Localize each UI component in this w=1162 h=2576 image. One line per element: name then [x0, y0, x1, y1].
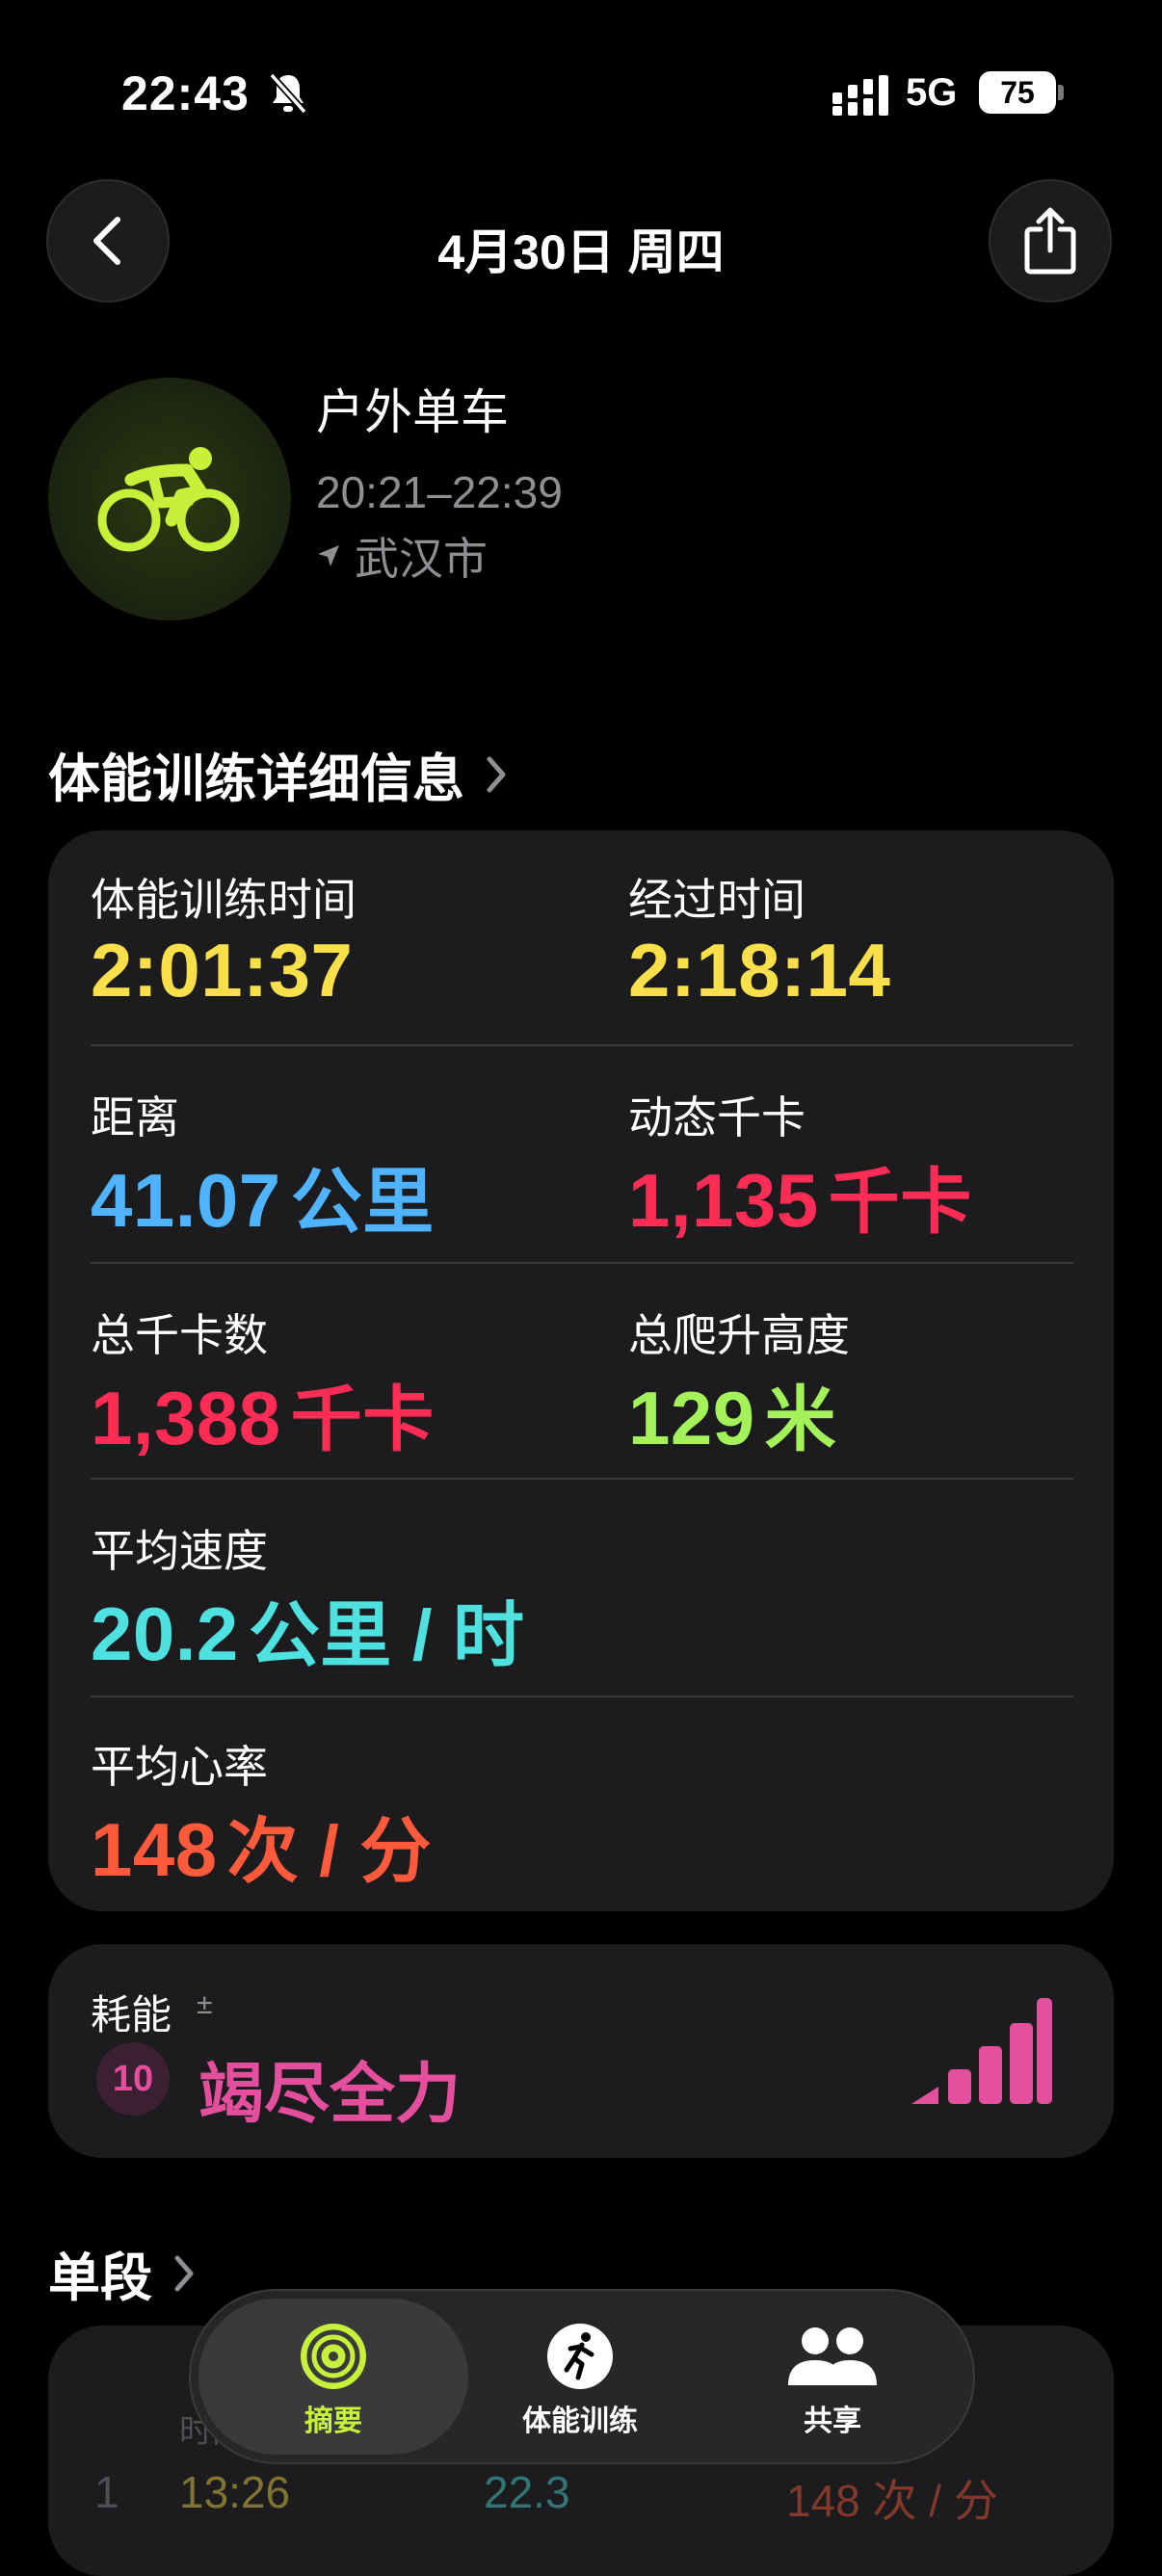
effort-bars-icon	[911, 1998, 1052, 2104]
divider	[91, 1478, 1073, 1480]
status-time: 22:43	[121, 66, 250, 120]
battery-indicator: 75	[979, 71, 1056, 114]
tab-summary-label: 摘要	[304, 2405, 362, 2437]
tab-workouts-label: 体能训练	[522, 2405, 638, 2437]
outdoor-cycling-icon	[48, 378, 291, 620]
location-text: 武汉市	[355, 534, 488, 584]
metric-value-total-calories: 1,388 千卡	[91, 1376, 435, 1460]
metric-label-elevation-gain: 总爬升高度	[628, 1310, 850, 1360]
segment-heart-rate: 148 次 / 分	[786, 2476, 998, 2526]
divider	[91, 1695, 1073, 1697]
effort-score-badge: 10	[96, 2042, 170, 2116]
chevron-right-icon	[174, 2255, 194, 2291]
running-figure-icon	[547, 2324, 613, 2389]
summary-rings-icon	[301, 2324, 366, 2389]
metric-label-active-calories: 动态千卡	[628, 1092, 805, 1143]
effort-level-text: 竭尽全力	[198, 2058, 462, 2131]
effort-label: 耗能	[91, 1992, 172, 2037]
share-icon	[1024, 207, 1076, 275]
metric-value-elapsed-time: 2:18:14	[628, 928, 891, 1012]
metric-label-avg-speed: 平均速度	[91, 1526, 268, 1576]
workout-location: 武汉市	[316, 524, 488, 588]
metric-value-active-calories: 1,135 千卡	[628, 1158, 972, 1243]
page-title: 4月30日 周四	[437, 225, 725, 279]
metric-value-elevation-gain: 129 米	[628, 1376, 837, 1460]
segment-index: 1	[94, 2467, 119, 2517]
workout-time-range: 20:21–22:39	[316, 467, 563, 517]
network-type: 5G	[906, 71, 958, 114]
metric-value-distance: 41.07 公里	[91, 1158, 435, 1243]
share-button[interactable]	[989, 179, 1112, 302]
segment-time: 13:26	[179, 2467, 291, 2517]
metric-label-elapsed-time: 经过时间	[628, 875, 805, 925]
divider	[91, 1044, 1073, 1046]
workout-type: 户外单车	[316, 385, 509, 439]
tab-workouts[interactable]: 体能训练	[464, 2322, 696, 2439]
effort-plusminus: ±	[197, 1988, 213, 2020]
tab-sharing-label: 共享	[804, 2405, 861, 2437]
metric-label-workout-time: 体能训练时间	[91, 875, 357, 925]
tab-sharing[interactable]: 共享	[717, 2322, 948, 2439]
metric-label-total-calories: 总千卡数	[91, 1310, 268, 1360]
segment-speed: 22.3	[484, 2467, 570, 2517]
metric-value-workout-time: 2:01:37	[91, 928, 354, 1012]
battery-tip	[1058, 85, 1064, 100]
segments-section-header[interactable]: 单段	[48, 2235, 195, 2311]
cellular-signal-icon	[832, 75, 888, 116]
metric-value-avg-speed: 20.2 公里 / 时	[91, 1591, 525, 1676]
location-arrow-icon	[318, 545, 339, 566]
tab-summary[interactable]: 摘要	[218, 2322, 449, 2439]
metric-value-avg-heart-rate: 148 次 / 分	[91, 1807, 432, 1892]
metric-label-avg-heart-rate: 平均心率	[91, 1742, 268, 1792]
chevron-right-icon	[487, 756, 506, 792]
details-section-title: 体能训练详细信息	[48, 750, 464, 808]
silent-bell-icon	[269, 72, 307, 115]
divider	[91, 1262, 1073, 1264]
bicycle-icon	[97, 447, 240, 552]
segments-section-title: 单段	[48, 2249, 152, 2307]
details-section-header[interactable]: 体能训练详细信息	[48, 736, 507, 812]
people-sharing-icon	[788, 2327, 877, 2385]
metric-label-distance: 距离	[91, 1092, 179, 1143]
